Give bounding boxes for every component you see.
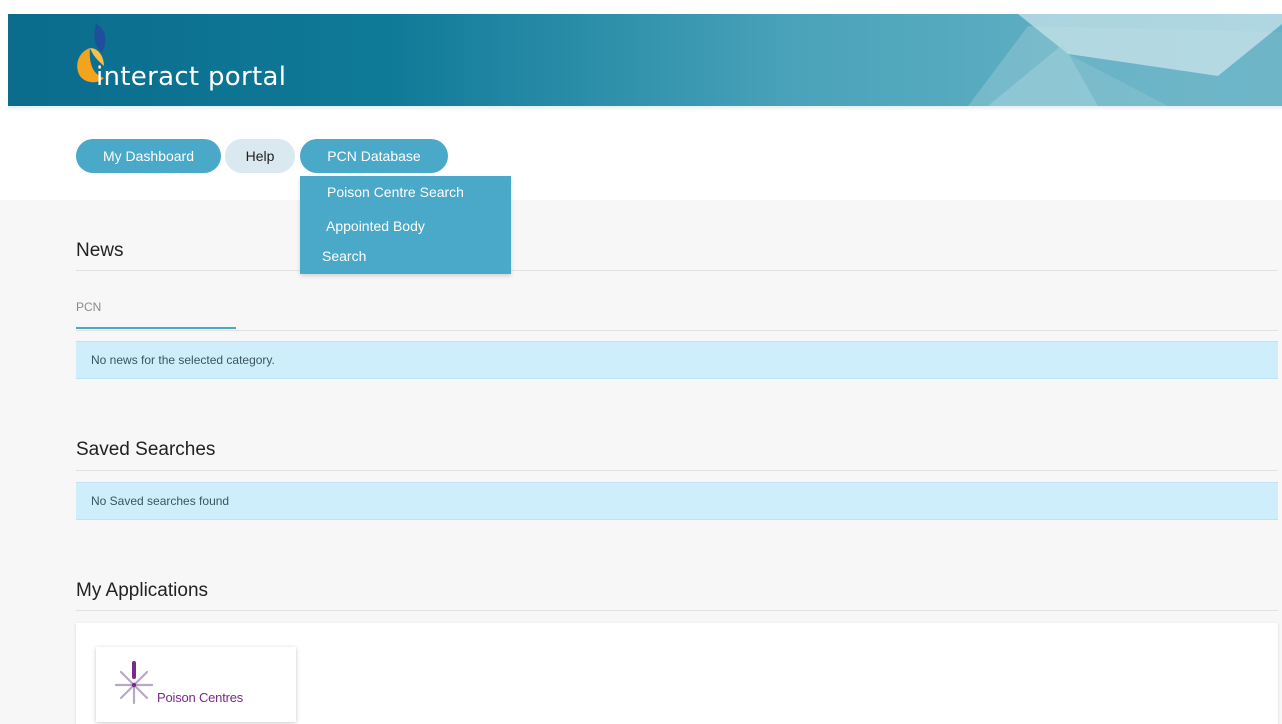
pcn-database-dropdown: Poison Centre Search Appointed Body Sear… [300,176,511,274]
my-applications-title: My Applications [76,580,209,601]
tab-pcn-underline [76,327,236,329]
app-tile-label: Poison Centres [157,690,244,705]
poison-centres-logo-icon [114,661,154,705]
saved-searches-empty-message: No Saved searches found [76,482,1278,520]
my-applications-divider [76,610,1278,611]
saved-searches-title: Saved Searches [76,439,216,460]
news-empty-message: No news for the selected category. [76,341,1278,379]
app-tile-poison-centres[interactable]: Poison Centres [96,647,296,722]
news-divider [76,270,1278,271]
tab-pcn[interactable]: PCN [76,300,101,314]
banner-shadow [8,106,1282,111]
saved-searches-divider [76,470,1278,471]
nav-help-button[interactable]: Help [225,139,295,173]
nav-my-dashboard-button[interactable]: My Dashboard [76,139,221,173]
interact-portal-logo[interactable]: interact portal [74,22,314,102]
news-title: News [76,240,124,261]
dropdown-item-poison-centre-search[interactable]: Poison Centre Search [327,184,464,200]
nav-pcn-database-button[interactable]: PCN Database [300,139,448,173]
dropdown-item-search[interactable]: Search [322,248,366,264]
dropdown-item-appointed-body[interactable]: Appointed Body [326,218,425,234]
tab-divider [76,330,1278,331]
header-banner: interact portal [0,0,1282,112]
page: interact portal My Dashboard Help PCN Da… [0,0,1282,724]
logo-text: interact portal [96,62,287,92]
